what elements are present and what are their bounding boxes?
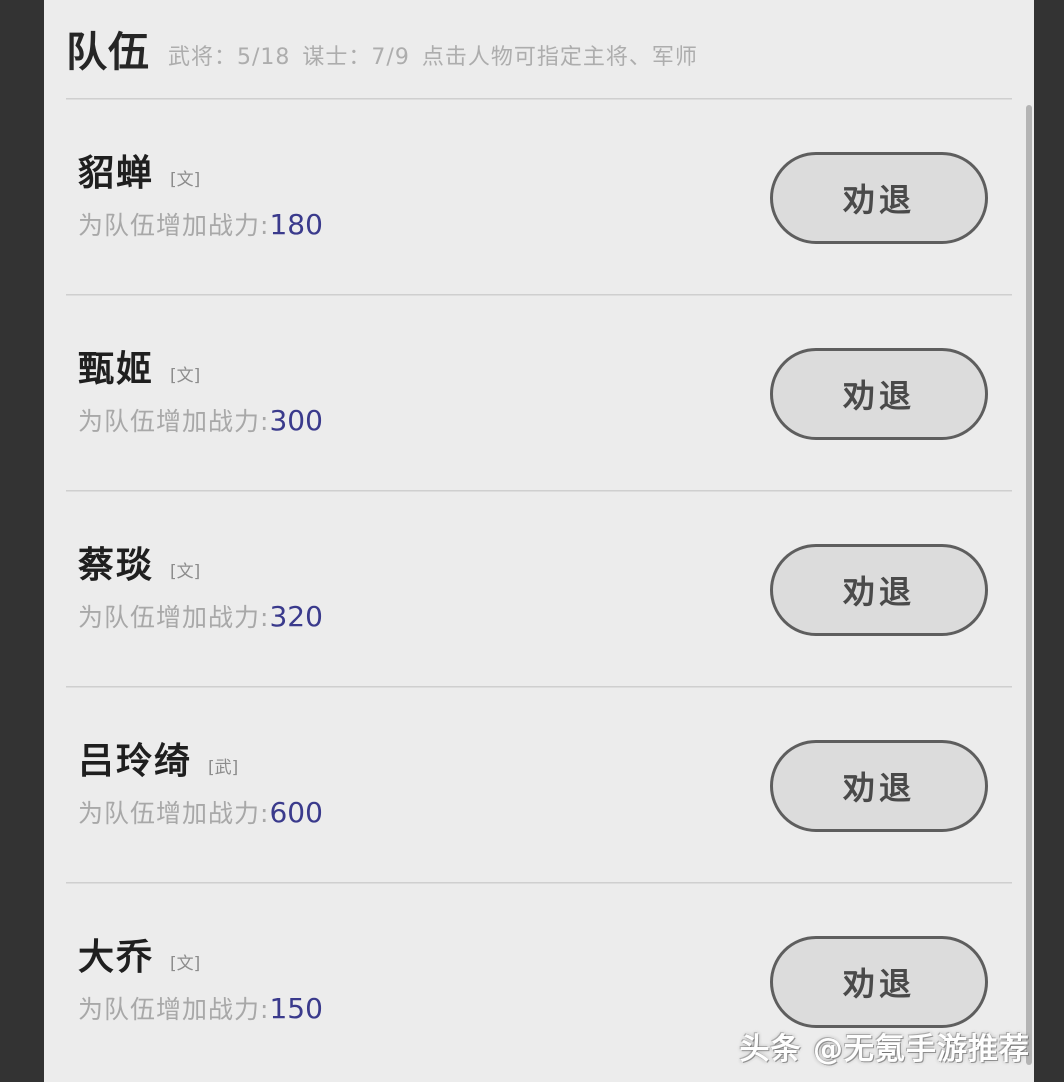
hero-class-tag: [文] xyxy=(170,170,201,191)
hero-name-line: 大乔 [文] xyxy=(78,938,770,978)
right-chrome-bar xyxy=(1034,0,1064,1082)
hero-row[interactable]: 貂蝉 [文] 为队伍增加战力:180 劝退 xyxy=(44,100,1034,296)
scrollbar[interactable] xyxy=(1025,100,1033,1082)
hero-power-line: 为队伍增加战力:600 xyxy=(78,794,770,830)
hero-power-value: 150 xyxy=(269,991,323,1025)
hero-info[interactable]: 吕玲绮 [武] 为队伍增加战力:600 xyxy=(66,742,770,830)
left-chrome-bar xyxy=(0,0,44,1082)
hero-name: 大乔 xyxy=(78,937,155,979)
hero-info[interactable]: 大乔 [文] 为队伍增加战力:150 xyxy=(66,938,770,1026)
header-subtitle: 武将：5/18 谋士：7/9 点击人物可指定主将、军师 xyxy=(168,29,710,71)
hero-power-line: 为队伍增加战力:150 xyxy=(78,990,770,1026)
hero-name: 貂蝉 xyxy=(78,153,155,195)
hero-power-line: 为队伍增加战力:300 xyxy=(78,402,770,438)
dismiss-button[interactable]: 劝退 xyxy=(770,544,988,636)
hero-power-value: 180 xyxy=(269,207,323,241)
hero-power-label: 为队伍增加战力: xyxy=(78,406,270,436)
hero-row[interactable]: 吕玲绮 [武] 为队伍增加战力:600 劝退 xyxy=(44,688,1034,884)
hero-row[interactable]: 甄姬 [文] 为队伍增加战力:300 劝退 xyxy=(44,296,1034,492)
strategist-count: 谋士：7/9 xyxy=(302,45,410,70)
hero-class-tag: [文] xyxy=(170,366,201,387)
hero-name: 蔡琰 xyxy=(78,545,155,587)
team-panel: 队伍 武将：5/18 谋士：7/9 点击人物可指定主将、军师 貂蝉 [文] 为队伍增加战… xyxy=(44,0,1034,1082)
hero-name-line: 貂蝉 [文] xyxy=(78,154,770,194)
warrior-count: 武将：5/18 xyxy=(168,45,291,70)
hero-power-label: 为队伍增加战力: xyxy=(78,210,270,240)
hero-power-label: 为队伍增加战力: xyxy=(78,602,270,632)
dismiss-button[interactable]: 劝退 xyxy=(770,740,988,832)
hero-info[interactable]: 貂蝉 [文] 为队伍增加战力:180 xyxy=(66,154,770,242)
dismiss-button[interactable]: 劝退 xyxy=(770,936,988,1028)
hero-name: 甄姬 xyxy=(78,349,155,391)
hero-power-value: 300 xyxy=(269,403,323,437)
panel-header: 队伍 武将：5/18 谋士：7/9 点击人物可指定主将、军师 xyxy=(44,0,1034,100)
scrollbar-thumb[interactable] xyxy=(1026,105,1032,1065)
hero-name-line: 吕玲绮 [武] xyxy=(78,742,770,782)
hero-power-label: 为队伍增加战力: xyxy=(78,798,270,828)
hero-name: 吕玲绮 xyxy=(78,741,193,783)
hero-name-line: 甄姬 [文] xyxy=(78,350,770,390)
hero-power-value: 600 xyxy=(269,795,323,829)
hero-info[interactable]: 甄姬 [文] 为队伍增加战力:300 xyxy=(66,350,770,438)
hero-power-value: 320 xyxy=(269,599,323,633)
hero-name-line: 蔡琰 [文] xyxy=(78,546,770,586)
watermark: 头条 @无氪手游推荐 xyxy=(739,1032,1030,1067)
dismiss-button[interactable]: 劝退 xyxy=(770,348,988,440)
hero-class-tag: [武] xyxy=(208,758,239,779)
hero-power-label: 为队伍增加战力: xyxy=(78,994,270,1024)
hero-row[interactable]: 蔡琰 [文] 为队伍增加战力:320 劝退 xyxy=(44,492,1034,688)
dismiss-button[interactable]: 劝退 xyxy=(770,152,988,244)
hero-power-line: 为队伍增加战力:320 xyxy=(78,598,770,634)
hero-class-tag: [文] xyxy=(170,562,201,583)
screen: 队伍 武将：5/18 谋士：7/9 点击人物可指定主将、军师 貂蝉 [文] 为队伍增加战… xyxy=(0,0,1064,1082)
page-title: 队伍 xyxy=(66,27,150,76)
hero-power-line: 为队伍增加战力:180 xyxy=(78,206,770,242)
assign-hint: 点击人物可指定主将、军师 xyxy=(421,45,698,70)
hero-class-tag: [文] xyxy=(170,954,201,975)
hero-info[interactable]: 蔡琰 [文] 为队伍增加战力:320 xyxy=(66,546,770,634)
hero-list: 貂蝉 [文] 为队伍增加战力:180 劝退 甄姬 [文] 为队伍增加战力:300 劝退 蔡琰 [文… xyxy=(44,100,1034,1080)
